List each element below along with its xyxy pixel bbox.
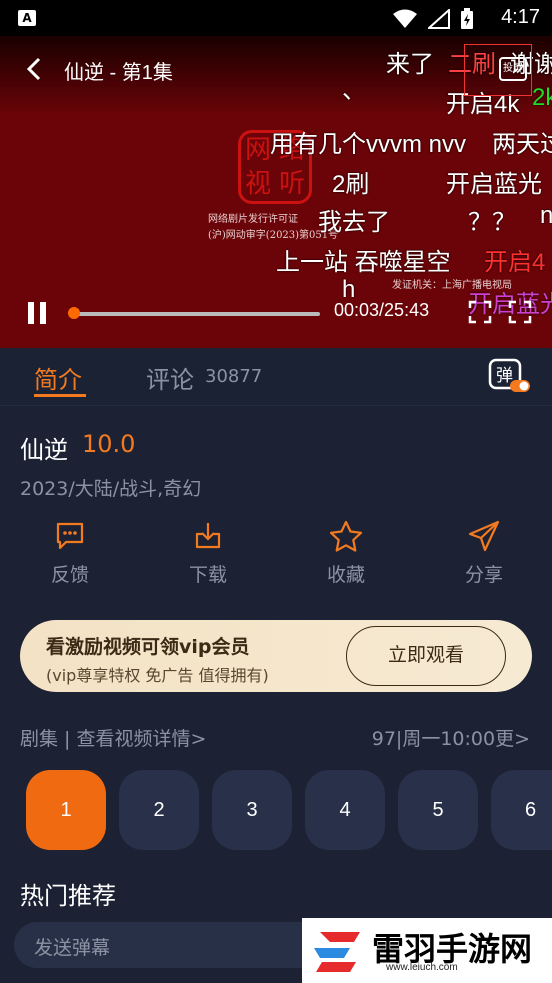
player-controls: 00:03/25:43 xyxy=(0,288,552,348)
tab-active-indicator xyxy=(34,394,86,397)
notification-a-icon: A xyxy=(18,10,36,26)
site-watermark: 雷羽手游网 www.leiuch.com xyxy=(302,918,552,983)
download-button[interactable]: 下载 xyxy=(160,520,256,587)
danmaku-item: n xyxy=(540,202,552,229)
danmaku-item: 两天过 xyxy=(492,131,552,158)
episode-button[interactable]: 3 xyxy=(212,770,292,850)
action-label: 收藏 xyxy=(326,564,365,586)
danmaku-item: ？？ xyxy=(468,209,516,236)
fullscreen-icon[interactable] xyxy=(508,300,532,324)
danmaku-input-placeholder: 发送弹幕 xyxy=(34,937,111,959)
action-label: 反馈 xyxy=(50,564,89,586)
vip-headline: 看激励视频可领vip会员 xyxy=(46,636,250,658)
download-icon xyxy=(195,523,221,549)
show-score: 10.0 xyxy=(82,430,136,458)
danmaku-item: 2刷 xyxy=(332,171,370,198)
detail-tabs: 简介 评论 30877 弹 xyxy=(0,348,552,406)
danmaku-icon: 弹 xyxy=(488,358,530,392)
feedback-button[interactable]: 反馈 xyxy=(22,520,118,587)
seal-char: 听 xyxy=(278,169,305,199)
detail-content: 仙逆 10.0 2023/大陆/战斗,奇幻 反馈 下载 收藏 分享 看激励视频可… xyxy=(0,406,552,983)
danmaku-item: 来了 xyxy=(386,51,434,78)
danmaku-item: 开启4 xyxy=(484,249,546,276)
progress-track[interactable] xyxy=(72,312,320,316)
danmaku-item: 、 xyxy=(342,77,366,104)
star-icon xyxy=(329,520,363,552)
favorite-button[interactable]: 收藏 xyxy=(298,520,394,587)
episode-button[interactable]: 6 xyxy=(491,770,552,850)
tab-comments[interactable]: 评论 xyxy=(146,360,194,395)
show-title: 仙逆 xyxy=(20,436,68,464)
action-label: 分享 xyxy=(464,564,503,586)
episode-button[interactable]: 2 xyxy=(119,770,199,850)
danmaku-item: 上一站 吞噬星空 xyxy=(276,249,451,276)
tab-intro[interactable]: 简介 xyxy=(34,360,82,395)
svg-text:弹: 弹 xyxy=(496,366,513,386)
episode-button[interactable]: 4 xyxy=(305,770,385,850)
episodes-schedule[interactable]: 97|周一10:00更> xyxy=(372,724,530,751)
episode-button[interactable]: 5 xyxy=(398,770,478,850)
share-button[interactable]: 分享 xyxy=(436,520,532,587)
danmaku-item: 开启蓝光 xyxy=(446,171,542,198)
system-icons xyxy=(392,8,474,30)
episode-button[interactable]: 1 xyxy=(26,770,106,850)
comment-count: 30877 xyxy=(205,366,263,387)
seal-char: 视 xyxy=(244,169,271,199)
status-bar: A 4:17 xyxy=(0,0,552,36)
action-bar: 反馈 下载 收藏 分享 xyxy=(0,520,552,600)
clock: 4:17 xyxy=(501,6,540,28)
episode-title: 仙逆 - 第1集 xyxy=(64,62,173,84)
cast-icon: 投屏 xyxy=(499,57,527,81)
signal-icon xyxy=(428,9,450,29)
action-label: 下载 xyxy=(188,564,227,586)
danmaku-item: 我去了 xyxy=(318,209,390,236)
watermark-url: www.leiuch.com xyxy=(386,962,458,973)
feedback-icon xyxy=(56,522,84,550)
vip-subline: (vip尊享特权 免广告 值得拥有) xyxy=(46,666,269,685)
pause-icon[interactable] xyxy=(26,302,48,324)
danmaku-item: 用有几个vvvm nvv xyxy=(270,131,467,158)
watch-now-button[interactable]: 立即观看 xyxy=(346,626,506,686)
vip-banner: 看激励视频可领vip会员 (vip尊享特权 免广告 值得拥有) 立即观看 xyxy=(20,620,532,692)
back-arrow-icon[interactable] xyxy=(20,54,50,84)
danmaku-toggle[interactable]: 弹 xyxy=(488,358,532,394)
battery-icon xyxy=(461,8,473,29)
video-player[interactable]: 仙逆 - 第1集 网 络 视 听 网络剧片发行许可证 (沪)网动审字(2023)… xyxy=(0,36,552,348)
hot-recommend-title: 热门推荐 xyxy=(20,882,116,910)
danmaku-item: 2k xyxy=(532,84,552,111)
cast-button[interactable]: 投屏 xyxy=(464,44,532,96)
watermark-logo-icon xyxy=(314,932,360,972)
wifi-icon xyxy=(393,9,417,28)
crop-icon[interactable] xyxy=(468,300,492,324)
progress-knob[interactable] xyxy=(68,307,80,319)
playback-time: 00:03/25:43 xyxy=(334,300,430,320)
episodes-header[interactable]: 剧集 | 查看视频详情> xyxy=(20,724,206,751)
show-meta: 2023/大陆/战斗,奇幻 xyxy=(20,478,202,500)
share-icon xyxy=(468,520,500,552)
